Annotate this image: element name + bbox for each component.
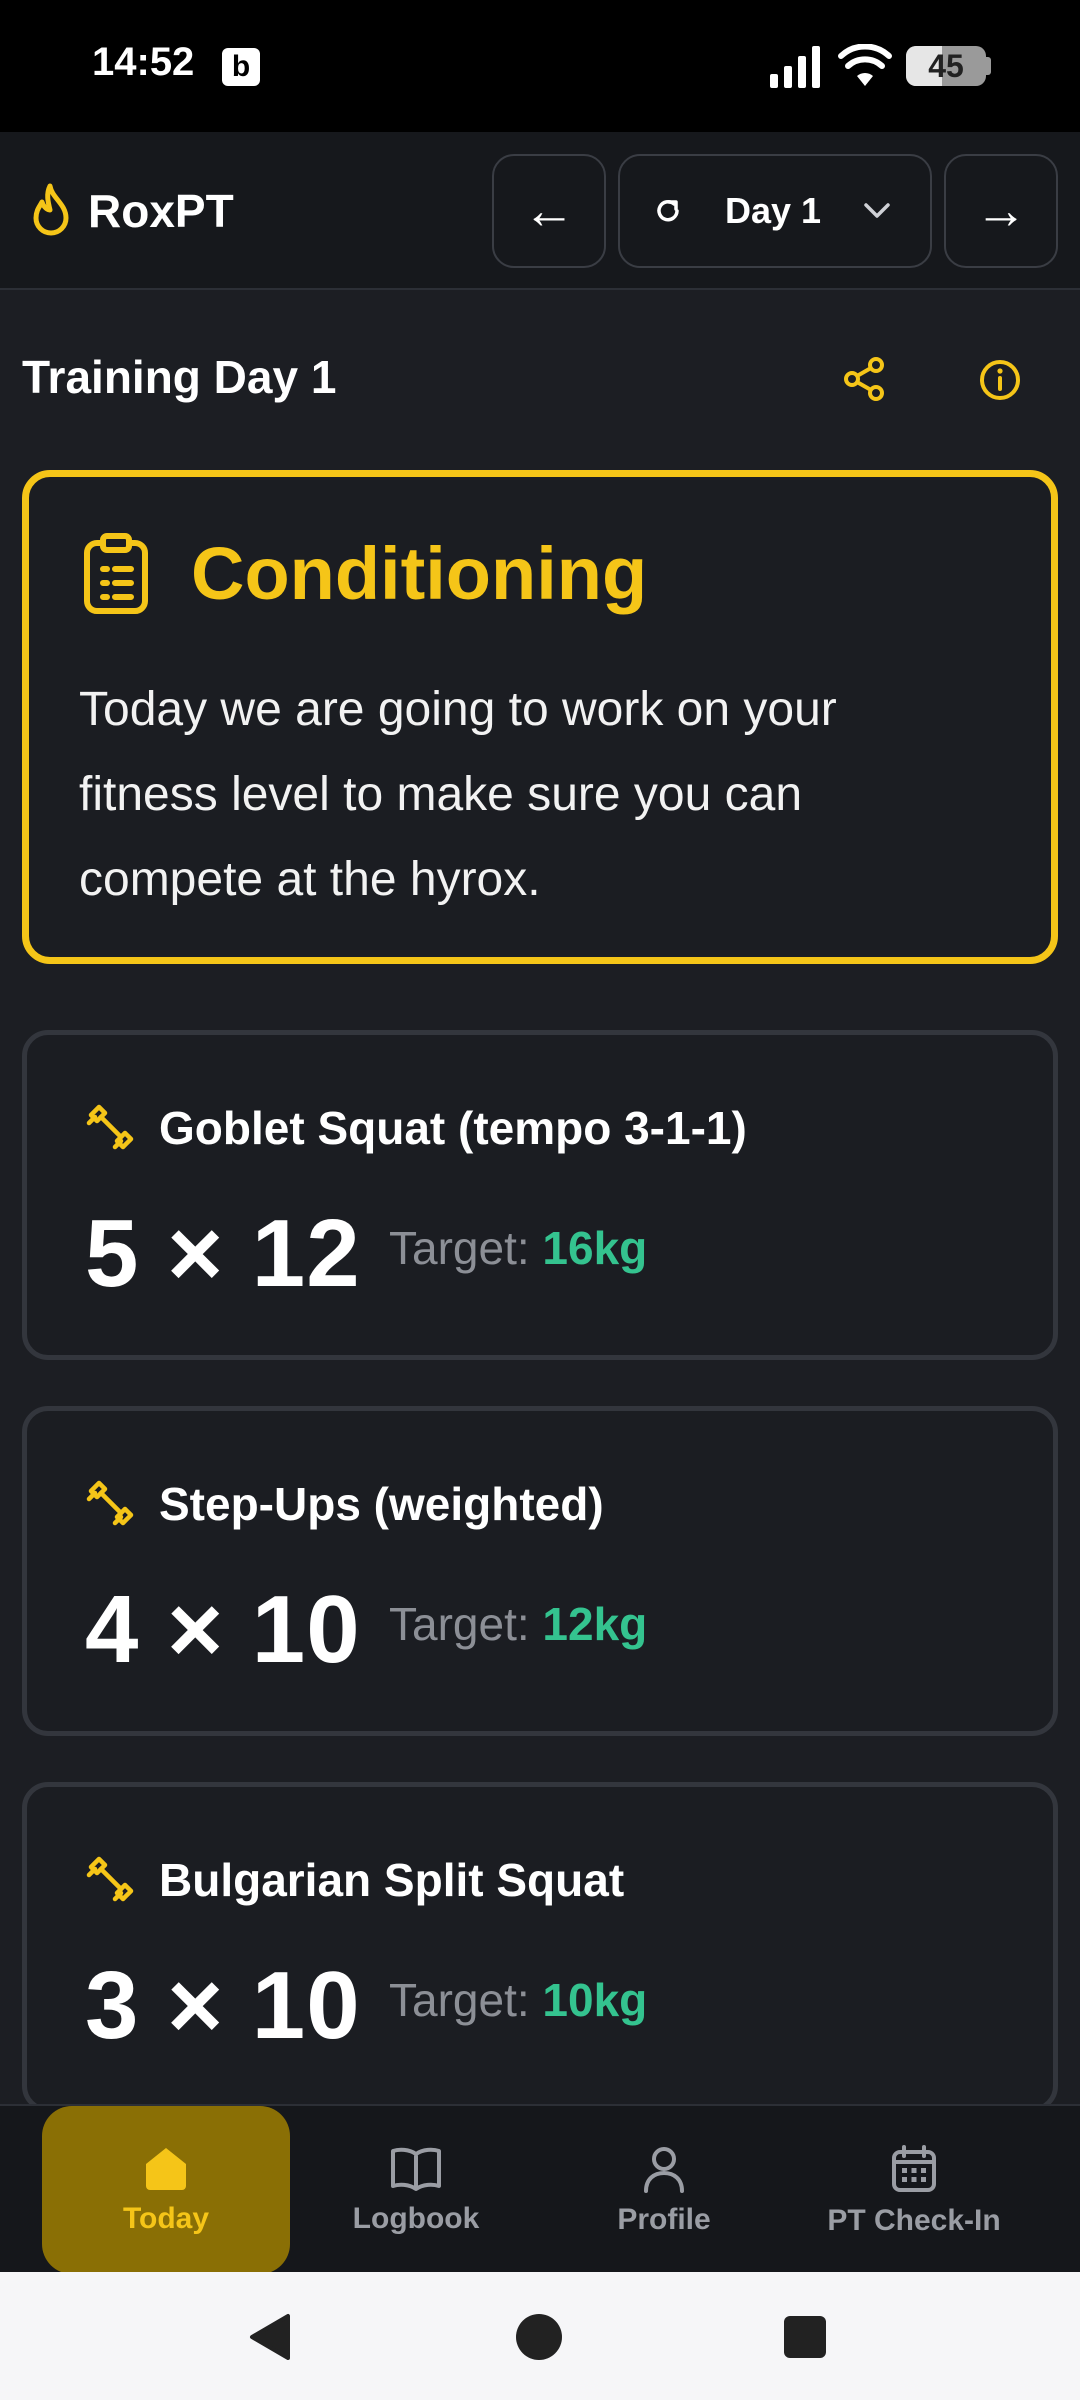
refresh-icon bbox=[657, 199, 679, 222]
day-select-value: Day 1 bbox=[724, 190, 822, 231]
day-select[interactable]: Day 1 bbox=[618, 154, 932, 268]
status-time: 14:52 bbox=[92, 40, 195, 84]
battery-indicator: 45 bbox=[906, 46, 986, 86]
status-bar: 14:52 b 45 bbox=[0, 0, 1080, 132]
page-title: Training Day 1 bbox=[22, 351, 337, 403]
target-label: Target: bbox=[389, 1598, 530, 1650]
target: Target: 12kg bbox=[389, 1597, 647, 1651]
previous-day-button[interactable]: ← bbox=[492, 154, 606, 268]
system-nav-bar bbox=[0, 2272, 1080, 2400]
wifi-icon bbox=[838, 44, 892, 86]
signal-icon bbox=[770, 46, 820, 88]
target: Target: 16kg bbox=[389, 1221, 647, 1275]
nav-label: Profile bbox=[617, 2203, 711, 2236]
target-weight: 10kg bbox=[542, 1974, 648, 2026]
dumbbell-icon bbox=[86, 1480, 134, 1526]
chevron-down-icon bbox=[864, 203, 890, 218]
share-icon[interactable] bbox=[842, 356, 888, 402]
focus-title: Conditioning bbox=[191, 532, 648, 615]
info-icon[interactable] bbox=[978, 358, 1022, 402]
target-weight: 12kg bbox=[542, 1598, 648, 1650]
nav-pt-check-in[interactable]: PT Check-In bbox=[790, 2108, 1038, 2274]
focus-description: Today we are going to work on your fitne… bbox=[79, 683, 837, 906]
next-day-button[interactable]: → bbox=[944, 154, 1058, 268]
nav-label: Today bbox=[122, 2202, 210, 2235]
nav-today[interactable]: Today bbox=[42, 2106, 290, 2274]
app-header: RoxPT ← Day 1 → bbox=[0, 132, 1080, 290]
notification-badge: b bbox=[222, 48, 260, 86]
exercise-card[interactable]: Bulgarian Split Squat 3 × 10 Target: 10k… bbox=[22, 1782, 1058, 2112]
calendar-icon bbox=[892, 2145, 936, 2192]
sets-reps: 4 × 10 bbox=[85, 1576, 361, 1683]
exercise-card[interactable]: Goblet Squat (tempo 3-1-1) 5 × 12 Target… bbox=[22, 1030, 1058, 1360]
nav-logbook[interactable]: Logbook bbox=[292, 2108, 540, 2274]
dumbbell-icon bbox=[86, 1104, 134, 1150]
arrow-right-icon: → bbox=[975, 182, 1027, 240]
home-icon bbox=[146, 2148, 186, 2190]
app-name: RoxPT bbox=[88, 185, 234, 237]
recent-apps-button[interactable] bbox=[784, 2316, 826, 2358]
sets-reps: 3 × 10 bbox=[85, 1952, 361, 2059]
user-icon bbox=[644, 2147, 684, 2193]
target-label: Target: bbox=[389, 1222, 530, 1274]
focus-card: Conditioning Today we are going to work … bbox=[22, 470, 1058, 964]
target-weight: 16kg bbox=[542, 1222, 648, 1274]
book-icon bbox=[391, 2147, 441, 2191]
arrow-left-icon: ← bbox=[523, 182, 575, 240]
exercise-card[interactable]: Step-Ups (weighted) 4 × 10 Target: 12kg bbox=[22, 1406, 1058, 1736]
flame-icon bbox=[33, 183, 69, 236]
clipboard-icon bbox=[84, 533, 148, 614]
target: Target: 10kg bbox=[389, 1973, 647, 2027]
exercise-name: Goblet Squat (tempo 3-1-1) bbox=[159, 1102, 747, 1154]
nav-profile[interactable]: Profile bbox=[540, 2108, 788, 2274]
exercise-name: Step-Ups (weighted) bbox=[159, 1478, 604, 1530]
dumbbell-icon bbox=[86, 1856, 134, 1902]
sets-reps: 5 × 12 bbox=[85, 1200, 361, 1307]
brand: RoxPT bbox=[28, 182, 234, 240]
battery-percent: 45 bbox=[928, 47, 964, 84]
home-button[interactable] bbox=[516, 2314, 562, 2360]
target-label: Target: bbox=[389, 1974, 530, 2026]
nav-label: Logbook bbox=[352, 2202, 480, 2235]
back-icon[interactable] bbox=[246, 2312, 292, 2362]
exercise-name: Bulgarian Split Squat bbox=[159, 1854, 625, 1906]
nav-label: PT Check-In bbox=[827, 2204, 1001, 2237]
bottom-nav: Today Logbook Profile PT Check-In bbox=[0, 2104, 1080, 2274]
battery-tip bbox=[986, 57, 991, 75]
